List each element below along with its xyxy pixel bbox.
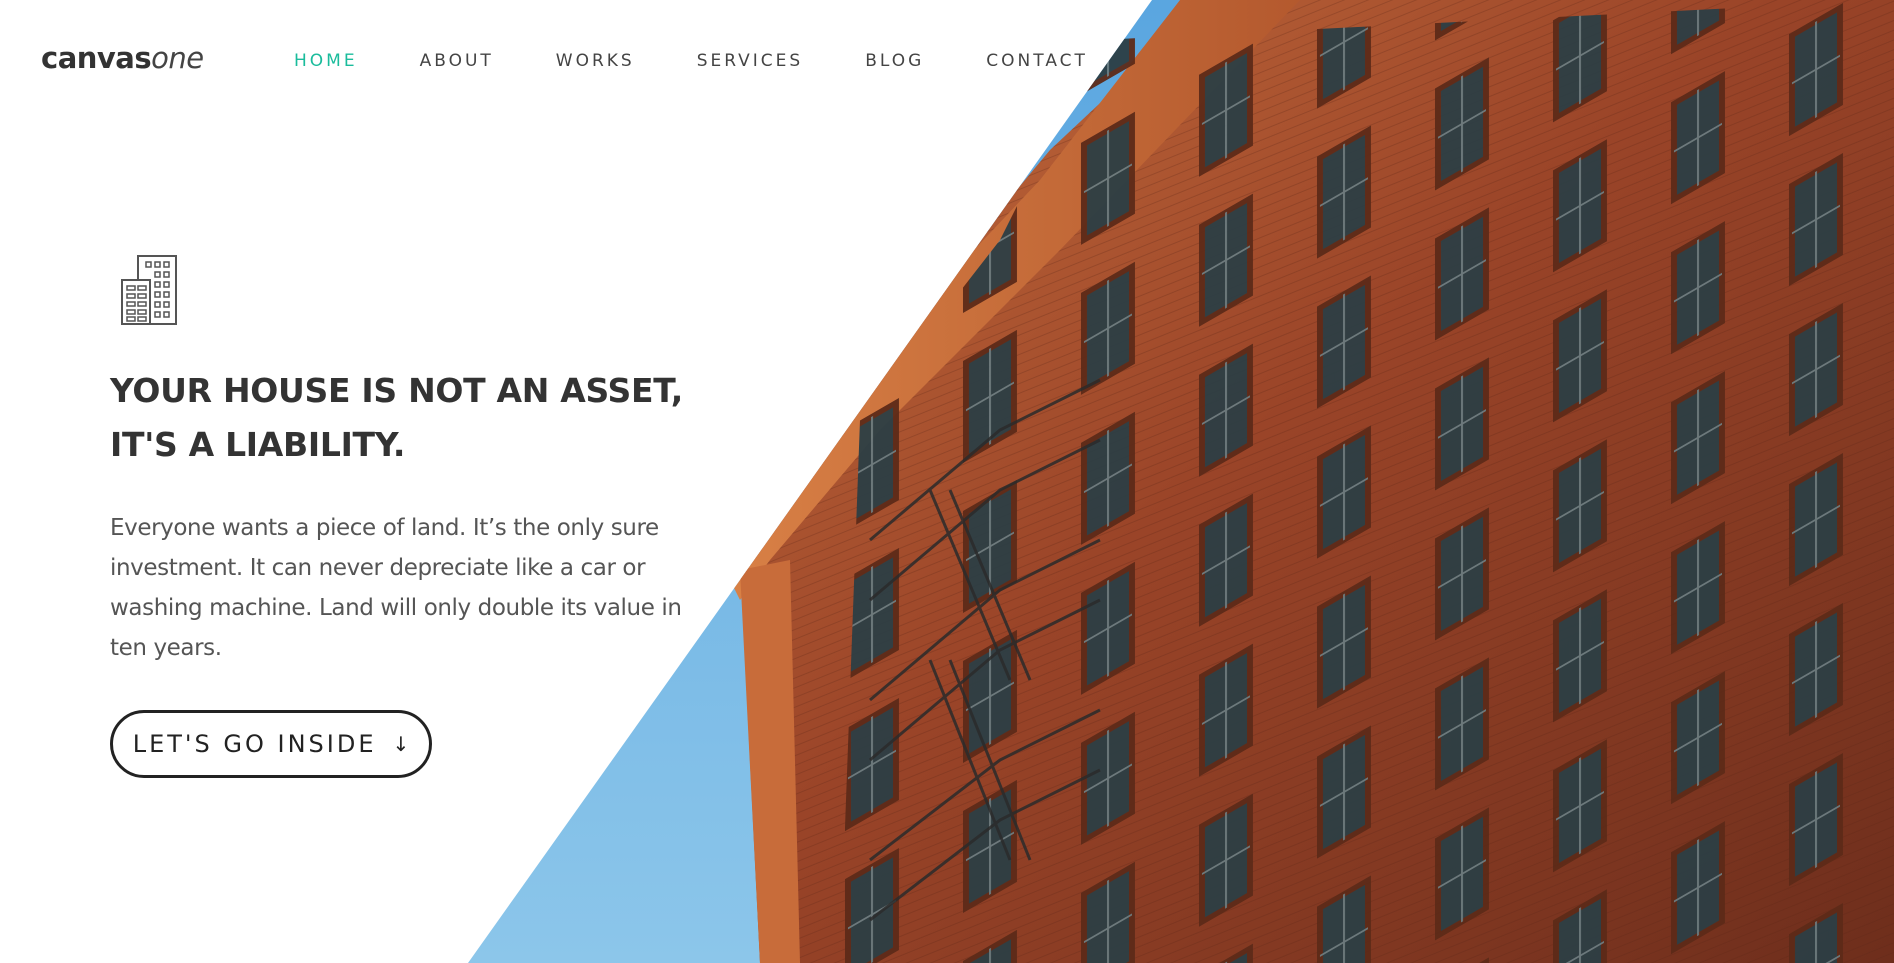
nav-item-contact[interactable]: CONTACT [986, 50, 1088, 74]
page: canvasone HOME ABOUT WORKS SERVICES BLOG… [0, 0, 1894, 963]
hero-content: YOUR HOUSE IS NOT AN ASSET, IT'S A LIABI… [110, 254, 710, 668]
hero-lead-text: Everyone wants a piece of land. It’s the… [110, 515, 682, 661]
site-header: canvasone HOME ABOUT WORKS SERVICES BLOG… [0, 0, 1894, 120]
headline-line-1: YOUR HOUSE IS NOT AN ASSET, [110, 371, 683, 410]
arrow-down-icon: ↓ [392, 732, 410, 756]
nav-item-blog[interactable]: BLOG [865, 50, 924, 74]
logo-text-bold: canvas [41, 41, 152, 75]
building-icon [121, 255, 177, 325]
nav-item-works[interactable]: WORKS [556, 50, 635, 74]
nav-item-home[interactable]: HOME [294, 50, 358, 74]
main-nav: HOME ABOUT WORKS SERVICES BLOG CONTACT [294, 50, 1088, 74]
headline-line-2: IT'S A LIABILITY. [110, 425, 406, 464]
logo[interactable]: canvasone [41, 38, 204, 78]
nav-item-about[interactable]: ABOUT [420, 50, 494, 74]
hero-headline: YOUR HOUSE IS NOT AN ASSET, IT'S A LIABI… [110, 364, 710, 472]
lets-go-inside-button[interactable]: LET'S GO INSIDE ↓ [110, 710, 432, 778]
logo-text-light: one [151, 41, 204, 75]
nav-item-services[interactable]: SERVICES [697, 50, 803, 74]
cta-label: LET'S GO INSIDE [132, 730, 377, 758]
